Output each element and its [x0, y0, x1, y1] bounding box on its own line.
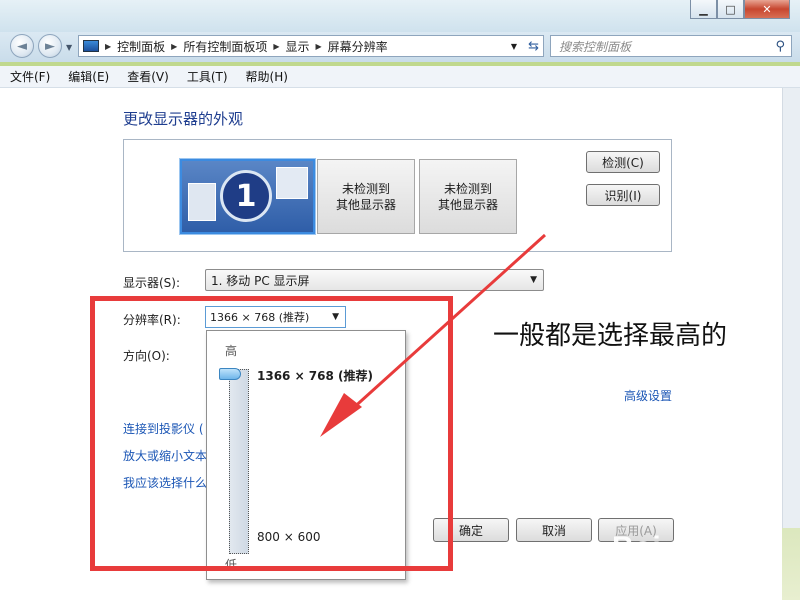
title-bar	[0, 0, 800, 32]
back-arrow-icon: ◄	[17, 38, 27, 54]
search-input[interactable]: 搜索控制面板 ⚲	[550, 35, 792, 57]
monitor-3-line1: 未检测到	[443, 181, 492, 196]
monitor-2-line2: 其他显示器	[335, 197, 396, 212]
breadcrumb-separator-icon: ▶	[105, 41, 112, 51]
search-icon[interactable]: ⚲	[775, 39, 785, 54]
monitor-number-badge: 1	[220, 170, 272, 222]
breadcrumb-separator-icon: ▶	[273, 41, 280, 51]
address-dropdown-icon[interactable]: ▼	[511, 42, 517, 51]
page-title: 更改显示器的外观	[123, 110, 244, 128]
forward-arrow-icon: ►	[45, 38, 55, 54]
breadcrumb-display[interactable]: 显示	[282, 38, 314, 55]
breadcrumb-screen-resolution[interactable]: 屏幕分辨率	[324, 38, 392, 55]
address-bar[interactable]: ▶ 控制面板 ▶ 所有控制面板项 ▶ 显示 ▶ 屏幕分辨率 ▼ ⇆	[78, 35, 544, 57]
monitor-2-line1: 未检测到	[341, 181, 390, 196]
breadcrumb-all-items[interactable]: 所有控制面板项	[179, 38, 271, 55]
search-placeholder: 搜索控制面板	[559, 39, 632, 54]
menu-view[interactable]: 查看(V)	[117, 68, 177, 85]
control-panel-icon	[83, 40, 99, 52]
breadcrumb-control-panel[interactable]: 控制面板	[113, 38, 169, 55]
menu-file[interactable]: 文件(F)	[0, 68, 58, 85]
minimize-button[interactable]: ▁	[690, 0, 717, 19]
breadcrumb-separator-icon: ▶	[171, 41, 178, 51]
monitor-window-icon	[276, 167, 308, 199]
identify-button[interactable]: 识别(I)	[586, 184, 660, 206]
breadcrumb-separator-icon: ▶	[315, 41, 322, 51]
menu-tools[interactable]: 工具(T)	[177, 68, 236, 85]
baidu-jingyan-watermark: Bai du 经验	[612, 531, 782, 564]
back-button[interactable]: ◄	[10, 34, 34, 58]
display-select-value: 1. 移动 PC 显示屏	[211, 273, 310, 288]
annotation-text: 一般都是选择最高的	[493, 321, 728, 351]
forward-button[interactable]: ►	[38, 34, 62, 58]
watermark-url: jingyan.baidu.com	[614, 565, 743, 582]
vertical-scrollbar[interactable]	[782, 88, 800, 528]
monitor-3-line2: 其他显示器	[437, 197, 498, 212]
refresh-icon[interactable]: ⇆	[528, 39, 539, 54]
cancel-button[interactable]: 取消	[516, 518, 592, 542]
menu-help[interactable]: 帮助(H)	[236, 68, 296, 85]
detect-button[interactable]: 检测(C)	[586, 151, 660, 173]
menu-bar: 文件(F) 编辑(E) 查看(V) 工具(T) 帮助(H)	[0, 66, 800, 88]
maximize-button[interactable]: □	[717, 0, 744, 19]
menu-edit[interactable]: 编辑(E)	[58, 68, 117, 85]
monitor-3-tile[interactable]: 未检测到 其他显示器	[419, 159, 517, 234]
monitor-window-icon	[188, 183, 216, 221]
monitor-2-tile[interactable]: 未检测到 其他显示器	[317, 159, 415, 234]
display-label: 显示器(S):	[123, 276, 181, 290]
close-button[interactable]: ✕	[744, 0, 790, 19]
advanced-settings-link[interactable]: 高级设置	[624, 387, 672, 404]
recent-pages-chevron-icon[interactable]: ▼	[66, 43, 72, 52]
